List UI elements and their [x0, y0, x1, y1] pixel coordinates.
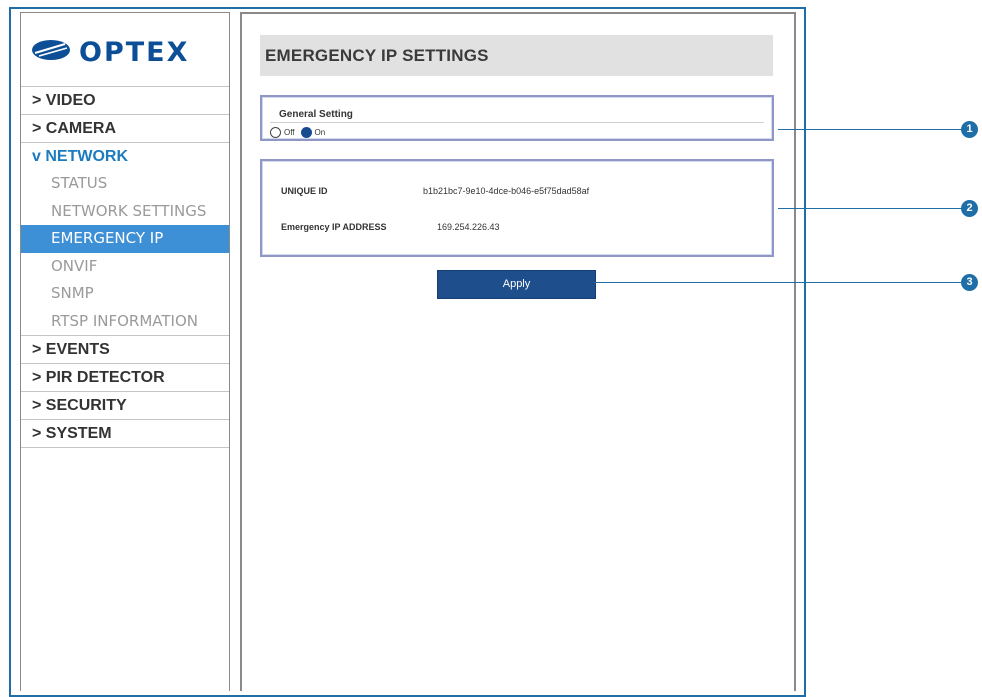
emergency-ip-info-section: UNIQUE ID b1b21bc7-9e10-4dce-b046-e5f75d…: [260, 159, 774, 257]
off-radio-label: Off: [284, 127, 295, 137]
apply-button[interactable]: Apply: [437, 270, 596, 299]
sub-item-emergency-ip[interactable]: EMERGENCY IP: [21, 225, 229, 253]
off-radio[interactable]: [270, 126, 281, 138]
callout-1: 1: [961, 121, 978, 138]
callout-line-3: [594, 282, 963, 283]
menu-item-pir-detector[interactable]: > PIR DETECTOR: [21, 363, 229, 391]
logo-text: OPTEX: [79, 37, 190, 68]
title-bar: EMERGENCY IP SETTINGS: [260, 35, 773, 76]
callout-line-2: [778, 208, 963, 209]
menu-item-camera[interactable]: > CAMERA: [21, 114, 229, 142]
callout-3: 3: [961, 274, 978, 291]
main-panel: EMERGENCY IP SETTINGS General Setting Of…: [240, 12, 796, 691]
emergency-ip-label: Emergency IP ADDRESS: [281, 222, 387, 232]
section-divider: [270, 122, 764, 123]
emergency-ip-value: 169.254.226.43: [437, 222, 500, 232]
sub-item-onvif[interactable]: ONVIF: [21, 253, 229, 281]
logo-mark-icon: [32, 40, 70, 60]
menu-item-video[interactable]: > VIDEO: [21, 86, 229, 114]
sidebar-menu: > VIDEO > CAMERA v NETWORK STATUS NETWOR…: [21, 86, 229, 448]
unique-id-label: UNIQUE ID: [281, 186, 328, 196]
on-radio[interactable]: [300, 126, 312, 138]
on-radio-label: On: [314, 127, 326, 137]
general-setting-radio-group: Off On: [270, 125, 331, 139]
callout-2: 2: [961, 200, 978, 217]
menu-item-network[interactable]: v NETWORK: [21, 142, 229, 170]
sub-item-network-settings[interactable]: NETWORK SETTINGS: [21, 198, 229, 226]
sidebar: OPTEX > VIDEO > CAMERA v NETWORK STATUS …: [20, 12, 230, 691]
sub-item-rtsp-information[interactable]: RTSP INFORMATION: [21, 308, 229, 336]
callout-line-1: [778, 129, 963, 130]
sub-item-status[interactable]: STATUS: [21, 170, 229, 198]
page-title: EMERGENCY IP SETTINGS: [265, 46, 489, 65]
general-setting-label: General Setting: [279, 109, 353, 120]
sub-item-snmp[interactable]: SNMP: [21, 280, 229, 308]
menu-item-security[interactable]: > SECURITY: [21, 391, 229, 419]
menu-item-system[interactable]: > SYSTEM: [21, 419, 229, 447]
unique-id-value: b1b21bc7-9e10-4dce-b046-e5f75dad58af: [423, 186, 590, 196]
optex-logo: OPTEX: [31, 35, 211, 68]
menu-item-events[interactable]: > EVENTS: [21, 335, 229, 363]
general-setting-section: General Setting Off On: [260, 95, 774, 141]
